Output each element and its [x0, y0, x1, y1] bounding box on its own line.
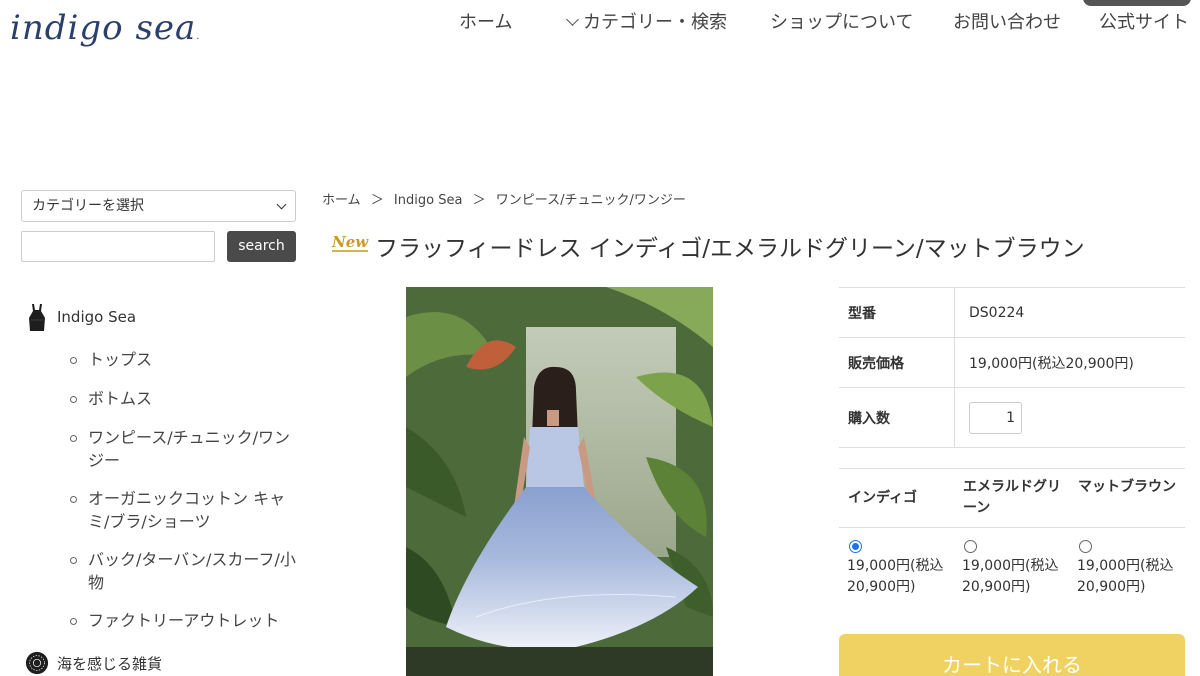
option-header-indigo: インディゴ: [848, 489, 918, 506]
option-header-emerald: エメラルドグリーン: [963, 479, 1061, 516]
search-button[interactable]: search: [227, 231, 296, 262]
color-options-table: インディゴ エメラルドグリーン マットブラウン 19,000円(税込20,900…: [839, 468, 1185, 598]
product-photo[interactable]: [406, 287, 713, 676]
option-indigo[interactable]: 19,000円(税込20,900円): [839, 528, 954, 598]
option-radio-brown[interactable]: [1079, 540, 1092, 553]
nav-category-search[interactable]: カテゴリー・検索: [566, 10, 727, 36]
option-radio-emerald[interactable]: [964, 540, 977, 553]
breadcrumb-separator: ＞: [370, 193, 384, 208]
option-radio-indigo[interactable]: [849, 540, 862, 553]
spec-key: 販売価格: [839, 338, 955, 387]
sidebar-item-outlet[interactable]: ファクトリーアウトレット: [68, 609, 298, 632]
breadcrumb-separator: ＞: [472, 193, 486, 208]
option-emerald[interactable]: 19,000円(税込20,900円): [954, 528, 1069, 598]
sidebar-brand-indigo-sea[interactable]: Indigo Sea: [25, 302, 136, 332]
spec-value: 19,000円(税込20,900円): [969, 355, 1134, 372]
top-floating-tab[interactable]: [1083, 0, 1191, 6]
option-price: 19,000円(税込20,900円): [1077, 558, 1174, 595]
breadcrumb-home[interactable]: ホーム: [322, 193, 361, 208]
tank-top-icon: [25, 302, 49, 332]
sidebar-item-bags[interactable]: バック/ターバン/スカーフ/小物: [68, 548, 298, 594]
option-price: 19,000円(税込20,900円): [847, 558, 944, 595]
sidebar-item-onepiece[interactable]: ワンピース/チュニック/ワンジー: [68, 426, 298, 472]
logo-text: indigo sea: [10, 8, 197, 48]
spec-row-quantity: 購入数 1: [839, 388, 1185, 448]
product-title: フラッフィードレス インディゴ/エメラルドグリーン/マットブラウン: [375, 236, 1085, 262]
nav-about-shop[interactable]: ショップについて: [770, 10, 913, 36]
category-select[interactable]: カテゴリーを選択: [21, 190, 296, 222]
site-logo[interactable]: indigo sea.: [10, 8, 200, 57]
option-header-brown: マットブラウン: [1078, 479, 1176, 495]
quantity-input[interactable]: 1: [969, 401, 1022, 434]
chevron-down-icon: [566, 13, 579, 26]
spec-value: DS0224: [969, 304, 1025, 321]
breadcrumb-onepiece[interactable]: ワンピース/チュニック/ワンジー: [496, 193, 686, 208]
breadcrumb: ホーム ＞ Indigo Sea ＞ ワンピース/チュニック/ワンジー: [322, 189, 692, 208]
chevron-down-icon: [276, 199, 287, 210]
nav-official-site[interactable]: 公式サイト: [1099, 10, 1189, 36]
nav-home[interactable]: ホーム: [459, 10, 512, 36]
spec-row-model: 型番 DS0224: [839, 288, 1185, 338]
search-input[interactable]: [21, 231, 215, 262]
breadcrumb-indigo-sea[interactable]: Indigo Sea: [394, 193, 463, 208]
new-badge: New: [332, 233, 369, 252]
option-brown[interactable]: 19,000円(税込20,900円): [1069, 528, 1184, 598]
add-to-cart-button[interactable]: カートに入れる: [839, 634, 1185, 676]
sidebar-brand-ocean-goods[interactable]: 海を感じる雑貨: [25, 648, 162, 676]
spec-key: 購入数: [839, 388, 955, 447]
product-photo-illustration: [406, 287, 713, 676]
spec-key: 型番: [839, 288, 955, 337]
shell-icon: [25, 648, 49, 676]
product-spec-table: 型番 DS0224 販売価格 19,000円(税込20,900円) 購入数 1: [839, 287, 1185, 448]
nav-contact[interactable]: お問い合わせ: [953, 10, 1061, 36]
sidebar-item-tops[interactable]: トップス: [68, 348, 298, 371]
sidebar-item-organic-cotton[interactable]: オーガニックコットン キャミ/ブラ/ショーツ: [68, 487, 298, 533]
sidebar-item-bottoms[interactable]: ボトムス: [68, 387, 298, 410]
option-price: 19,000円(税込20,900円): [962, 558, 1059, 595]
spec-row-price: 販売価格 19,000円(税込20,900円): [839, 338, 1185, 388]
